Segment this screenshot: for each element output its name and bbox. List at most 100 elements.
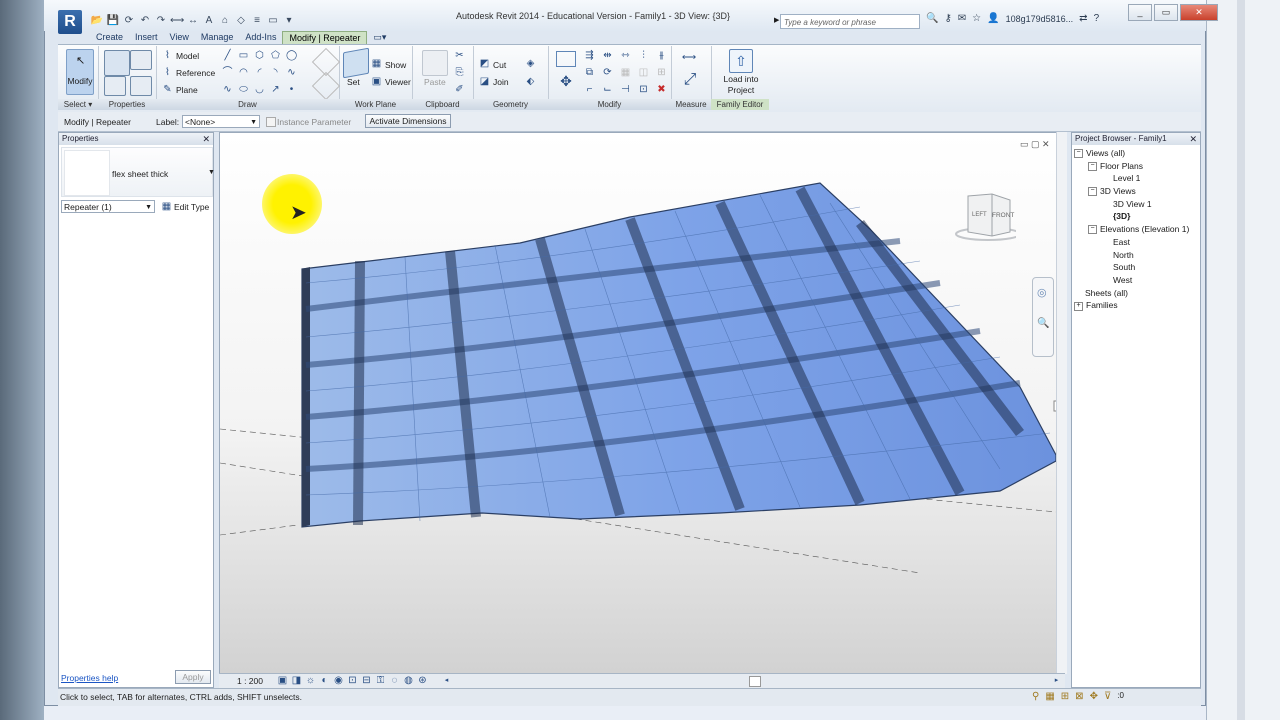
load-into-project-label[interactable]: Load into Project: [713, 74, 769, 96]
default-3d-icon[interactable]: ⌂: [218, 14, 232, 28]
spline-icon[interactable]: ∿: [286, 67, 297, 78]
view-vertical-scrollbar[interactable]: [1056, 132, 1067, 674]
close-button[interactable]: ✕: [1180, 4, 1218, 21]
type-selector[interactable]: flex sheet thick ▼: [61, 147, 215, 197]
close-icon[interactable]: ✕: [1189, 133, 1197, 145]
offset-icon[interactable]: ⇶: [584, 50, 595, 61]
tab-view[interactable]: View: [164, 31, 195, 45]
paste-label[interactable]: Paste: [424, 77, 446, 87]
subscription-icon[interactable]: ⚷: [944, 13, 951, 24]
arc-tangent-icon[interactable]: ◜: [254, 67, 265, 78]
arc-start-end-icon[interactable]: ⌒: [222, 67, 233, 78]
match-properties-icon[interactable]: ✐: [454, 84, 465, 95]
tree-item[interactable]: Sheets (all): [1074, 287, 1189, 300]
tree-item[interactable]: West: [1074, 274, 1189, 287]
temp-hide-icon[interactable]: ◌: [389, 675, 400, 686]
rotate-icon[interactable]: ⟳: [602, 67, 613, 78]
instance-filter-dropdown[interactable]: Repeater (1) ▼: [61, 200, 155, 213]
polygon-circum-icon[interactable]: ⬠: [270, 50, 281, 61]
load-into-project-icon[interactable]: ⇧: [729, 49, 753, 73]
reference-label[interactable]: Reference: [176, 68, 215, 78]
ribbon-minimize-toggle[interactable]: ▭▾: [367, 31, 392, 45]
restore-button[interactable]: ▭: [1154, 4, 1178, 21]
show-label[interactable]: Show: [385, 60, 406, 70]
family-category-icon[interactable]: [130, 76, 152, 96]
pin-icon[interactable]: ⊞: [656, 67, 667, 78]
point-icon[interactable]: •: [286, 84, 297, 95]
split-icon[interactable]: ⫶: [638, 50, 649, 61]
copy-modify-icon[interactable]: ⧉: [584, 67, 595, 78]
set-label[interactable]: Set: [347, 77, 360, 87]
reference-line-icon[interactable]: ⌇: [162, 67, 173, 78]
model-label[interactable]: Model: [176, 51, 199, 61]
view-scale[interactable]: 1 : 200: [237, 676, 263, 686]
tree-item[interactable]: East: [1074, 236, 1189, 249]
detail-level-icon[interactable]: ▣: [277, 675, 288, 686]
copy-icon[interactable]: ⎘: [454, 67, 465, 78]
user-name[interactable]: 108g179d5816...: [1006, 14, 1074, 24]
polygon-icon[interactable]: ⬡: [254, 50, 265, 61]
thin-lines-icon[interactable]: ≡: [250, 14, 264, 28]
pick-lines-icon[interactable]: ↗: [270, 84, 281, 95]
analysis-display-icon[interactable]: ⊛: [417, 675, 428, 686]
sync-icon[interactable]: ⟳: [122, 14, 136, 28]
collapse-icon[interactable]: −: [1074, 149, 1083, 159]
sun-path-icon[interactable]: ☼: [305, 675, 316, 686]
minimize-button[interactable]: _: [1128, 4, 1152, 21]
render-icon[interactable]: ◉: [333, 675, 344, 686]
join-geometry-icon[interactable]: ◪: [479, 76, 490, 87]
set-workplane-icon[interactable]: [343, 47, 369, 79]
zoom-icon[interactable]: 🔍: [1037, 318, 1049, 329]
trim-single-icon[interactable]: ⌙: [602, 84, 613, 95]
redo-icon[interactable]: ↷: [154, 14, 168, 28]
tree-item[interactable]: − Floor Plans: [1074, 160, 1189, 173]
viewer-icon[interactable]: ▣: [371, 76, 382, 87]
crop-view-icon[interactable]: ⊡: [347, 675, 358, 686]
tree-item[interactable]: North: [1074, 249, 1189, 262]
family-types-icon[interactable]: [104, 76, 126, 96]
wall-joins-icon[interactable]: ◈: [525, 58, 536, 69]
ellipse-icon[interactable]: ⬭: [238, 84, 249, 95]
select-underlay-icon[interactable]: ▦: [1045, 691, 1054, 702]
close-hidden-icon[interactable]: ▭: [266, 14, 280, 28]
drag-on-selection-icon[interactable]: ✥: [1090, 691, 1098, 702]
view-window-controls-icon[interactable]: ▭ ▢ ✕: [1020, 139, 1050, 149]
line-icon[interactable]: ╱: [222, 50, 233, 61]
communication-icon[interactable]: ✉: [958, 13, 966, 24]
arc-fillet-icon[interactable]: ◝: [270, 67, 281, 78]
array-icon[interactable]: ▦: [620, 67, 631, 78]
collapse-icon[interactable]: −: [1088, 225, 1097, 235]
spline-through-icon[interactable]: ∿: [222, 84, 233, 95]
instance-parameter-checkbox[interactable]: [266, 117, 276, 127]
viewcube-front-face[interactable]: FRONT: [992, 212, 1014, 219]
revit-app-menu-button[interactable]: R: [58, 10, 82, 34]
scroll-left-icon[interactable]: ◂: [441, 675, 452, 686]
label-dropdown[interactable]: <None> ▼: [182, 115, 260, 128]
paste-icon[interactable]: [422, 50, 448, 76]
split-gap-icon[interactable]: ⫵: [656, 50, 667, 61]
align-icon[interactable]: [556, 51, 576, 67]
measure-between-icon[interactable]: ⟷: [677, 52, 701, 63]
dimension-qat-icon[interactable]: ↔: [186, 14, 200, 28]
tree-item[interactable]: − Elevations (Elevation 1): [1074, 223, 1189, 236]
steering-wheel-icon[interactable]: ◎: [1037, 286, 1047, 299]
tab-manage[interactable]: Manage: [195, 31, 240, 45]
search-expand-icon[interactable]: ▶: [774, 16, 779, 24]
select-pinned-icon[interactable]: ⊞: [1061, 691, 1069, 702]
collapse-icon[interactable]: −: [1088, 187, 1097, 197]
tree-item[interactable]: −3D Views: [1074, 185, 1189, 198]
type-properties-icon[interactable]: [130, 50, 152, 70]
tab-create[interactable]: Create: [90, 31, 129, 45]
trim-multiple-icon[interactable]: ⊣: [620, 84, 631, 95]
model-line-icon[interactable]: ⌇: [162, 50, 173, 61]
undo-icon[interactable]: ↶: [138, 14, 152, 28]
unlocked-view-icon[interactable]: ⚿: [375, 675, 386, 686]
trim-extend-corner-icon[interactable]: ⌐: [584, 84, 595, 95]
unpin-icon[interactable]: ⊡: [638, 84, 649, 95]
visual-style-icon[interactable]: ◨: [291, 675, 302, 686]
show-workplane-icon[interactable]: ▦: [371, 58, 382, 69]
show-crop-icon[interactable]: ⊟: [361, 675, 372, 686]
drawing-area-3d-view[interactable]: ▭ ▢ ✕ ◎ 🔍: [219, 132, 1066, 674]
filter-icon[interactable]: ⊽: [1104, 691, 1111, 702]
viewer-label[interactable]: Viewer: [385, 77, 411, 87]
